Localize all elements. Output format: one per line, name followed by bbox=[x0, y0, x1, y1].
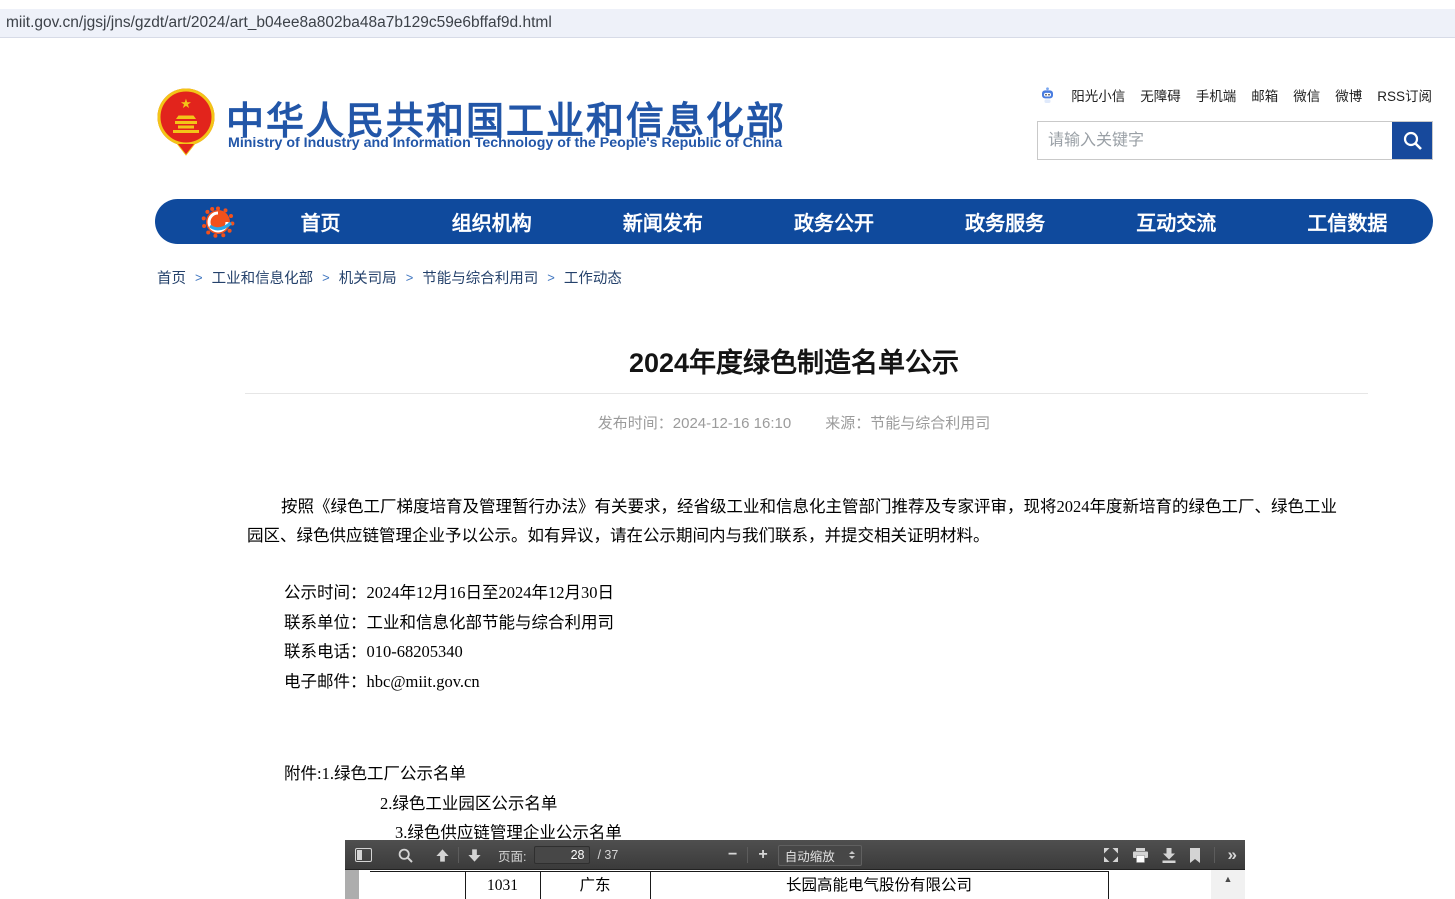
toolbar-divider bbox=[458, 847, 459, 863]
page-url[interactable]: miit.gov.cn/jgsj/jns/gzdt/art/2024/art_b… bbox=[6, 14, 552, 32]
bookmark-button[interactable] bbox=[1189, 848, 1201, 863]
scroll-up-button[interactable]: ▲ bbox=[1224, 875, 1233, 884]
svg-text:★: ★ bbox=[180, 96, 192, 111]
page-number-input[interactable] bbox=[534, 846, 590, 864]
info-line-contact-email: 电子邮件：hbc@miit.gov.cn bbox=[284, 667, 1339, 697]
robot-mascot-icon bbox=[1039, 87, 1056, 104]
breadcrumb-link-work-dynamics[interactable]: 工作动态 bbox=[564, 267, 622, 288]
download-icon bbox=[1162, 848, 1176, 863]
zoom-in-button[interactable]: + bbox=[758, 846, 767, 864]
page-title: 2024年度绿色制造名单公示 bbox=[155, 341, 1433, 380]
main-nav: 首页 组织机构 新闻发布 政务公开 政务服务 互动交流 工信数据 bbox=[155, 199, 1433, 244]
nav-item-data[interactable]: 工信数据 bbox=[1262, 207, 1433, 236]
pdf-table-cell-province: 广东 bbox=[540, 874, 650, 898]
breadcrumb-link-miit[interactable]: 工业和信息化部 bbox=[212, 267, 314, 288]
info-line-public-period: 公示时间：2024年12月16日至2024年12月30日 bbox=[284, 578, 1339, 608]
bookmark-icon bbox=[1189, 848, 1201, 863]
select-caret-icon bbox=[849, 851, 855, 859]
table-border bbox=[1108, 871, 1109, 899]
page-count-label: / 37 bbox=[597, 848, 618, 862]
breadcrumb-separator: > bbox=[195, 270, 203, 285]
quick-links: 阳光小信 无障碍 手机端 邮箱 微信 微博 RSS订阅 bbox=[1039, 85, 1432, 105]
quick-link-wechat[interactable]: 微信 bbox=[1293, 85, 1320, 105]
quick-link-accessibility[interactable]: 无障碍 bbox=[1140, 85, 1181, 105]
pdf-toolbar: 页面: / 37 − + 自动缩放 bbox=[345, 840, 1245, 870]
sidebar-toggle-button[interactable] bbox=[355, 848, 372, 862]
breadcrumb-separator: > bbox=[547, 270, 555, 285]
article-meta: 发布时间：2024-12-16 16:10 来源：节能与综合利用司 bbox=[155, 412, 1433, 433]
search-button[interactable] bbox=[1392, 122, 1432, 159]
nav-item-gov-open[interactable]: 政务公开 bbox=[748, 207, 919, 236]
print-button[interactable] bbox=[1132, 848, 1149, 863]
nav-item-home[interactable]: 首页 bbox=[235, 207, 406, 236]
fullscreen-icon bbox=[1103, 847, 1119, 863]
site-subtitle: Ministry of Industry and Information Tec… bbox=[228, 135, 782, 151]
source-label: 来源： bbox=[825, 415, 870, 432]
pdf-content-area: 1031 广东 长园高能电气股份有限公司 ▲ bbox=[345, 870, 1245, 899]
breadcrumb-link-home[interactable]: 首页 bbox=[157, 267, 186, 288]
page-label: 页面: bbox=[498, 846, 526, 865]
article-body: 按照《绿色工厂梯度培育及管理暂行办法》有关要求，经省级工业和信息化主管部门推荐及… bbox=[247, 492, 1339, 848]
toolbar-divider bbox=[1214, 847, 1215, 863]
sidebar-toggle-icon bbox=[355, 848, 372, 862]
nav-item-organization[interactable]: 组织机构 bbox=[406, 207, 577, 236]
print-icon bbox=[1132, 848, 1149, 863]
breadcrumb-separator: > bbox=[322, 270, 330, 285]
zoom-mode-value: 自动缩放 bbox=[785, 846, 835, 865]
search-input[interactable] bbox=[1038, 122, 1392, 159]
search-icon bbox=[1402, 130, 1423, 151]
publish-time-label: 发布时间： bbox=[598, 415, 673, 432]
nav-item-gov-service[interactable]: 政务服务 bbox=[920, 207, 1091, 236]
pdf-table-cell-number: 1031 bbox=[465, 874, 540, 898]
breadcrumb-separator: > bbox=[406, 270, 414, 285]
info-line-contact-unit: 联系单位：工业和信息化部节能与综合利用司 bbox=[284, 608, 1339, 638]
miit-gear-logo-icon bbox=[201, 205, 235, 239]
info-line-contact-phone: 联系电话：010-68205340 bbox=[284, 637, 1339, 667]
pdf-table-cell-company: 长园高能电气股份有限公司 bbox=[650, 874, 1108, 898]
attachment-link-green-factory[interactable]: 附件:1.绿色工厂公示名单 bbox=[284, 759, 1339, 789]
page-down-button[interactable] bbox=[467, 848, 482, 863]
zoom-out-button[interactable]: − bbox=[728, 846, 737, 864]
nav-item-news[interactable]: 新闻发布 bbox=[577, 207, 748, 236]
pdf-viewer: 页面: / 37 − + 自动缩放 bbox=[345, 840, 1245, 899]
quick-link-weibo[interactable]: 微博 bbox=[1335, 85, 1362, 105]
arrow-up-icon bbox=[435, 848, 450, 863]
find-icon bbox=[398, 848, 413, 863]
site-search bbox=[1037, 121, 1433, 160]
article-paragraph: 按照《绿色工厂梯度培育及管理暂行办法》有关要求，经省级工业和信息化主管部门推荐及… bbox=[247, 492, 1339, 550]
attachment-link-green-park[interactable]: 2.绿色工业园区公示名单 bbox=[380, 789, 1339, 819]
table-border bbox=[370, 871, 1109, 872]
presentation-mode-button[interactable] bbox=[1103, 847, 1119, 863]
quick-link-mail[interactable]: 邮箱 bbox=[1251, 85, 1278, 105]
find-button[interactable] bbox=[398, 848, 413, 863]
publish-time-value: 2024-12-16 16:10 bbox=[673, 415, 791, 432]
pdf-scrollbar[interactable]: ▲ bbox=[1211, 870, 1245, 899]
download-button[interactable] bbox=[1162, 848, 1176, 863]
breadcrumb-link-departments[interactable]: 机关司局 bbox=[339, 267, 397, 288]
browser-url-bar[interactable]: miit.gov.cn/jgsj/jns/gzdt/art/2024/art_b… bbox=[0, 9, 1455, 38]
zoom-mode-select[interactable]: 自动缩放 bbox=[778, 845, 862, 866]
quick-link-mobile[interactable]: 手机端 bbox=[1196, 85, 1237, 105]
toolbar-divider bbox=[747, 847, 748, 863]
quick-link-rss[interactable]: RSS订阅 bbox=[1377, 85, 1432, 105]
arrow-down-icon bbox=[467, 848, 482, 863]
page-up-button[interactable] bbox=[435, 848, 450, 863]
national-emblem-icon: ★ bbox=[155, 86, 217, 161]
source-value: 节能与综合利用司 bbox=[870, 415, 990, 432]
more-tools-button[interactable]: » bbox=[1228, 845, 1237, 865]
breadcrumb-link-energy-dept[interactable]: 节能与综合利用司 bbox=[422, 267, 538, 288]
quick-link-sunshine[interactable]: 阳光小信 bbox=[1071, 85, 1125, 105]
breadcrumb: 首页 > 工业和信息化部 > 机关司局 > 节能与综合利用司 > 工作动态 bbox=[157, 267, 622, 288]
nav-item-interaction[interactable]: 互动交流 bbox=[1091, 207, 1262, 236]
title-divider bbox=[245, 393, 1368, 394]
